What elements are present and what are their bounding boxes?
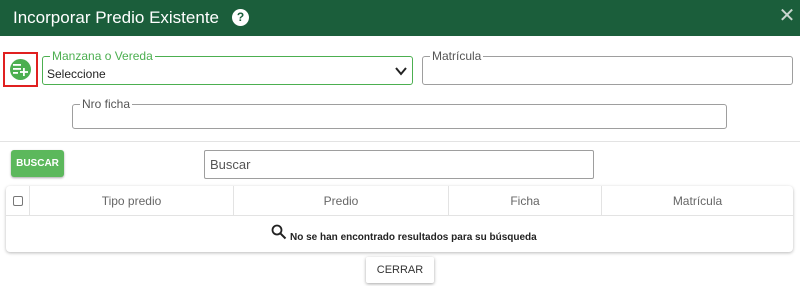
close-icon[interactable]: ✕	[776, 4, 798, 28]
add-predio-button[interactable]	[10, 59, 31, 80]
search-input[interactable]	[204, 150, 594, 179]
column-matricula[interactable]: Matrícula	[602, 186, 793, 216]
buscar-button[interactable]: BUSCAR	[11, 150, 64, 177]
chevron-down-icon	[395, 67, 407, 76]
manzana-selected-value: Seleccione	[47, 67, 106, 81]
playlist-add-icon	[13, 64, 28, 76]
ficha-label: Nro ficha	[80, 97, 133, 111]
dialog-header: Incorporar Predio Existente ? ✕	[0, 0, 800, 36]
manzana-select[interactable]: Manzana o Vereda Seleccione	[42, 49, 413, 85]
column-ficha[interactable]: Ficha	[449, 186, 602, 216]
select-all-checkbox[interactable]	[13, 196, 23, 206]
matricula-label: Matrícula	[430, 49, 484, 63]
column-predio[interactable]: Predio	[234, 186, 449, 216]
matricula-field[interactable]: Matrícula	[422, 49, 793, 85]
column-tipo-predio[interactable]: Tipo predio	[30, 186, 234, 216]
dialog-title: Incorporar Predio Existente	[13, 8, 219, 27]
divider	[0, 141, 800, 142]
select-all-cell	[6, 186, 30, 216]
add-button-highlight	[3, 52, 38, 87]
results-table: Tipo predio Predio Ficha Matrícula No se…	[6, 186, 793, 252]
question-circle-icon[interactable]: ?	[232, 9, 249, 26]
ficha-field[interactable]: Nro ficha	[72, 97, 727, 129]
cerrar-button[interactable]: CERRAR	[366, 257, 434, 283]
manzana-label: Manzana o Vereda	[50, 49, 155, 63]
table-header: Tipo predio Predio Ficha Matrícula	[6, 186, 793, 216]
empty-message: No se han encontrado resultados para su …	[290, 232, 537, 243]
search-icon	[271, 224, 287, 240]
empty-results-row: No se han encontrado resultados para su …	[6, 217, 793, 252]
